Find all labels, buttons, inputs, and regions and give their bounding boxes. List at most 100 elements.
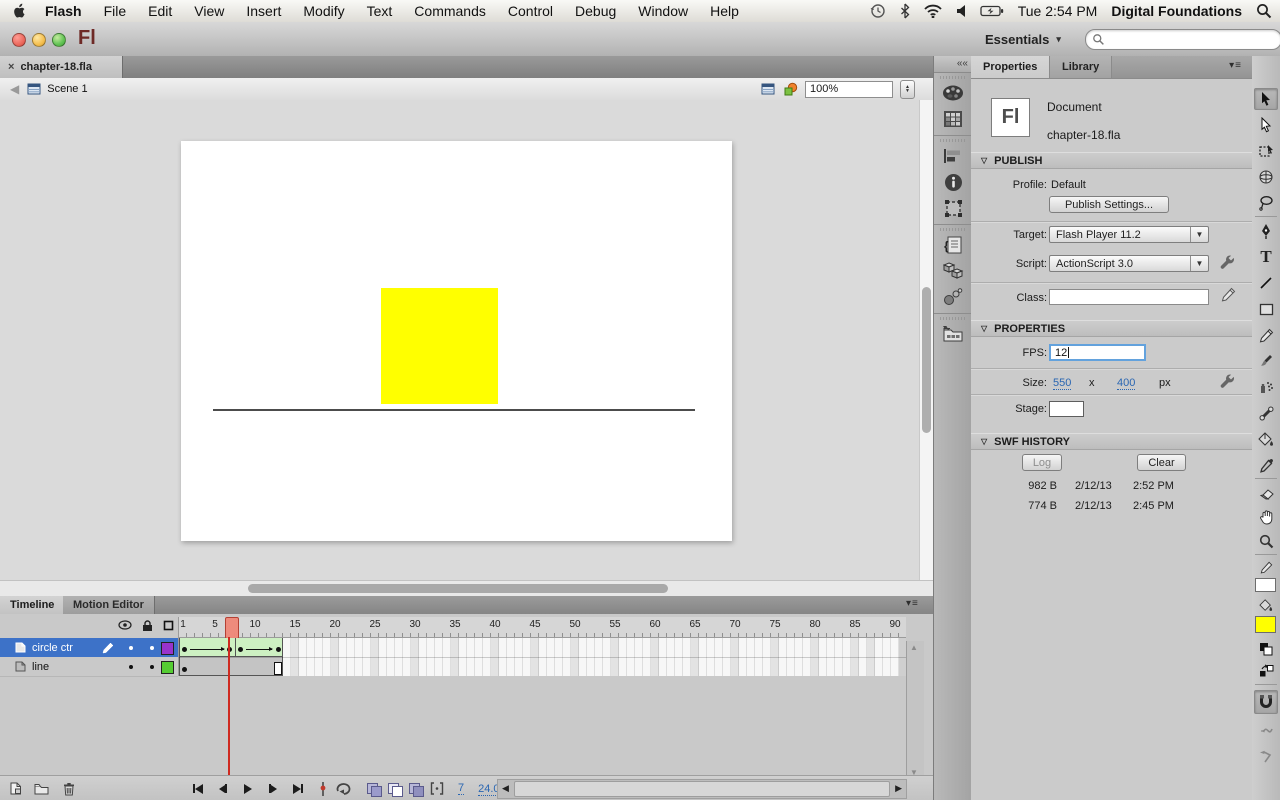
lock-layers-icon[interactable] xyxy=(142,620,153,632)
new-folder-button[interactable] xyxy=(32,780,50,798)
layer-visible-dot[interactable] xyxy=(129,665,133,669)
black-and-white-icon[interactable] xyxy=(1254,638,1278,660)
step-back-button[interactable] xyxy=(213,780,232,798)
center-frame-icon[interactable] xyxy=(319,781,327,797)
zoom-stepper[interactable]: ▲▼ xyxy=(900,80,915,99)
menu-window[interactable]: Window xyxy=(638,3,688,19)
window-minimize-button[interactable] xyxy=(32,33,46,47)
timeline-frame-ruler[interactable]: 151015202530354045505560657075808590 xyxy=(178,617,906,638)
stroke-color-pencil-icon[interactable] xyxy=(1254,558,1278,576)
stroke-color-swatch[interactable] xyxy=(1255,578,1276,592)
info-panel-icon[interactable] xyxy=(934,169,972,195)
edit-symbols-icon[interactable] xyxy=(783,82,798,97)
scroll-up-icon[interactable]: ▲ xyxy=(910,643,918,652)
stage-color-swatch[interactable] xyxy=(1049,401,1084,417)
project-panel-icon[interactable] xyxy=(934,321,972,347)
transform-panel-icon[interactable] xyxy=(934,195,972,221)
keyframe-dot[interactable] xyxy=(182,667,187,672)
stage-horizontal-scroll-thumb[interactable] xyxy=(248,584,668,593)
play-button[interactable] xyxy=(238,780,257,798)
layer-lock-dot[interactable] xyxy=(150,665,154,669)
menu-debug[interactable]: Debug xyxy=(575,3,616,19)
menu-commands[interactable]: Commands xyxy=(414,3,486,19)
code-snippets-panel-icon[interactable]: { xyxy=(934,232,972,258)
timeline-frames-area[interactable]: ▲ ▼ xyxy=(178,638,906,676)
search-input[interactable] xyxy=(1105,33,1259,47)
layer-name[interactable]: circle ctr xyxy=(32,642,73,654)
window-close-button[interactable] xyxy=(12,33,26,47)
horizontal-line-shape[interactable] xyxy=(213,409,695,411)
pencil-tool[interactable] xyxy=(1254,324,1278,346)
fill-color-swatch[interactable] xyxy=(1255,616,1276,633)
stage-vertical-scrollbar[interactable] xyxy=(919,100,934,580)
lasso-tool[interactable] xyxy=(1254,192,1278,214)
battery-icon[interactable] xyxy=(980,5,1004,17)
keyframe-dot[interactable] xyxy=(238,647,243,652)
smooth-button[interactable] xyxy=(1254,720,1278,742)
menu-view[interactable]: View xyxy=(194,3,224,19)
menu-help[interactable]: Help xyxy=(710,3,739,19)
stage-canvas[interactable] xyxy=(181,141,732,541)
zoom-tool[interactable] xyxy=(1254,530,1278,552)
eyedropper-tool[interactable] xyxy=(1254,454,1278,476)
class-input[interactable] xyxy=(1049,289,1209,305)
pasteboard[interactable] xyxy=(0,100,919,580)
loop-playback-icon[interactable] xyxy=(335,783,353,795)
layer-lock-dot[interactable] xyxy=(150,646,154,650)
3d-rotation-tool[interactable] xyxy=(1254,166,1278,188)
menu-flash[interactable]: Flash xyxy=(45,3,82,19)
menu-text[interactable]: Text xyxy=(367,3,393,19)
stage-height-hot-text[interactable]: 400 xyxy=(1117,377,1135,390)
stage-horizontal-scrollbar[interactable] xyxy=(0,580,933,597)
layer-row-line[interactable]: line xyxy=(0,657,178,677)
text-tool[interactable]: T xyxy=(1254,246,1278,268)
stage-vertical-scroll-thumb[interactable] xyxy=(922,287,931,433)
free-transform-tool[interactable] xyxy=(1254,140,1278,162)
fill-color-bucket-icon[interactable] xyxy=(1254,596,1278,614)
section-header-properties[interactable]: ▽ PROPERTIES xyxy=(971,320,1252,337)
keyframe-dot[interactable] xyxy=(276,647,281,652)
menu-insert[interactable]: Insert xyxy=(246,3,281,19)
playhead[interactable] xyxy=(225,617,239,639)
menu-control[interactable]: Control xyxy=(508,3,553,19)
step-forward-button[interactable] xyxy=(263,780,282,798)
time-machine-icon[interactable] xyxy=(870,3,886,19)
selection-tool[interactable] xyxy=(1254,88,1278,110)
subselection-tool[interactable] xyxy=(1254,114,1278,136)
hand-tool[interactable] xyxy=(1254,506,1278,528)
delete-layer-button[interactable] xyxy=(60,780,78,798)
go-to-last-frame-button[interactable] xyxy=(288,780,307,798)
bluetooth-icon[interactable] xyxy=(900,3,910,19)
bone-tool[interactable] xyxy=(1254,402,1278,424)
wifi-icon[interactable] xyxy=(924,4,942,18)
layer-row-circle-ctr[interactable]: circle ctr xyxy=(0,638,178,658)
spotlight-icon[interactable] xyxy=(1256,3,1272,19)
straighten-button[interactable] xyxy=(1254,746,1278,768)
back-arrow-icon[interactable]: ◀ xyxy=(10,82,19,96)
new-layer-button[interactable] xyxy=(6,780,24,798)
modify-markers-icon[interactable] xyxy=(430,782,444,795)
properties-panel-menu-icon[interactable]: ▾≡ xyxy=(1229,60,1242,71)
spray-brush-tool[interactable] xyxy=(1254,376,1278,398)
current-frame-indicator[interactable]: 7 xyxy=(458,782,464,795)
show-hide-layers-icon[interactable] xyxy=(118,620,132,630)
tab-close-icon[interactable]: × xyxy=(8,61,14,73)
timeline-panel-menu-icon[interactable]: ▾≡ xyxy=(906,598,919,609)
script-dropdown[interactable]: ActionScript 3.0 ▼ xyxy=(1049,255,1209,272)
outline-layers-icon[interactable] xyxy=(163,620,174,631)
edit-scene-icon[interactable] xyxy=(761,82,776,96)
edit-multiple-frames-icon[interactable] xyxy=(409,783,422,794)
tab-timeline[interactable]: Timeline xyxy=(0,596,65,614)
swap-colors-icon[interactable] xyxy=(1254,660,1278,682)
onion-skin-outlines-icon[interactable] xyxy=(388,783,401,794)
menu-file[interactable]: File xyxy=(104,3,127,19)
tab-properties[interactable]: Properties xyxy=(971,56,1050,78)
menubar-user[interactable]: Digital Foundations xyxy=(1111,3,1242,19)
go-to-first-frame-button[interactable] xyxy=(188,780,207,798)
scroll-left-icon[interactable]: ◀ xyxy=(502,783,509,794)
help-search-field[interactable] xyxy=(1085,29,1280,50)
scroll-right-icon[interactable]: ▶ xyxy=(895,783,902,794)
brush-tool[interactable] xyxy=(1254,350,1278,372)
clear-button[interactable]: Clear xyxy=(1137,454,1186,471)
log-button[interactable]: Log xyxy=(1022,454,1062,471)
